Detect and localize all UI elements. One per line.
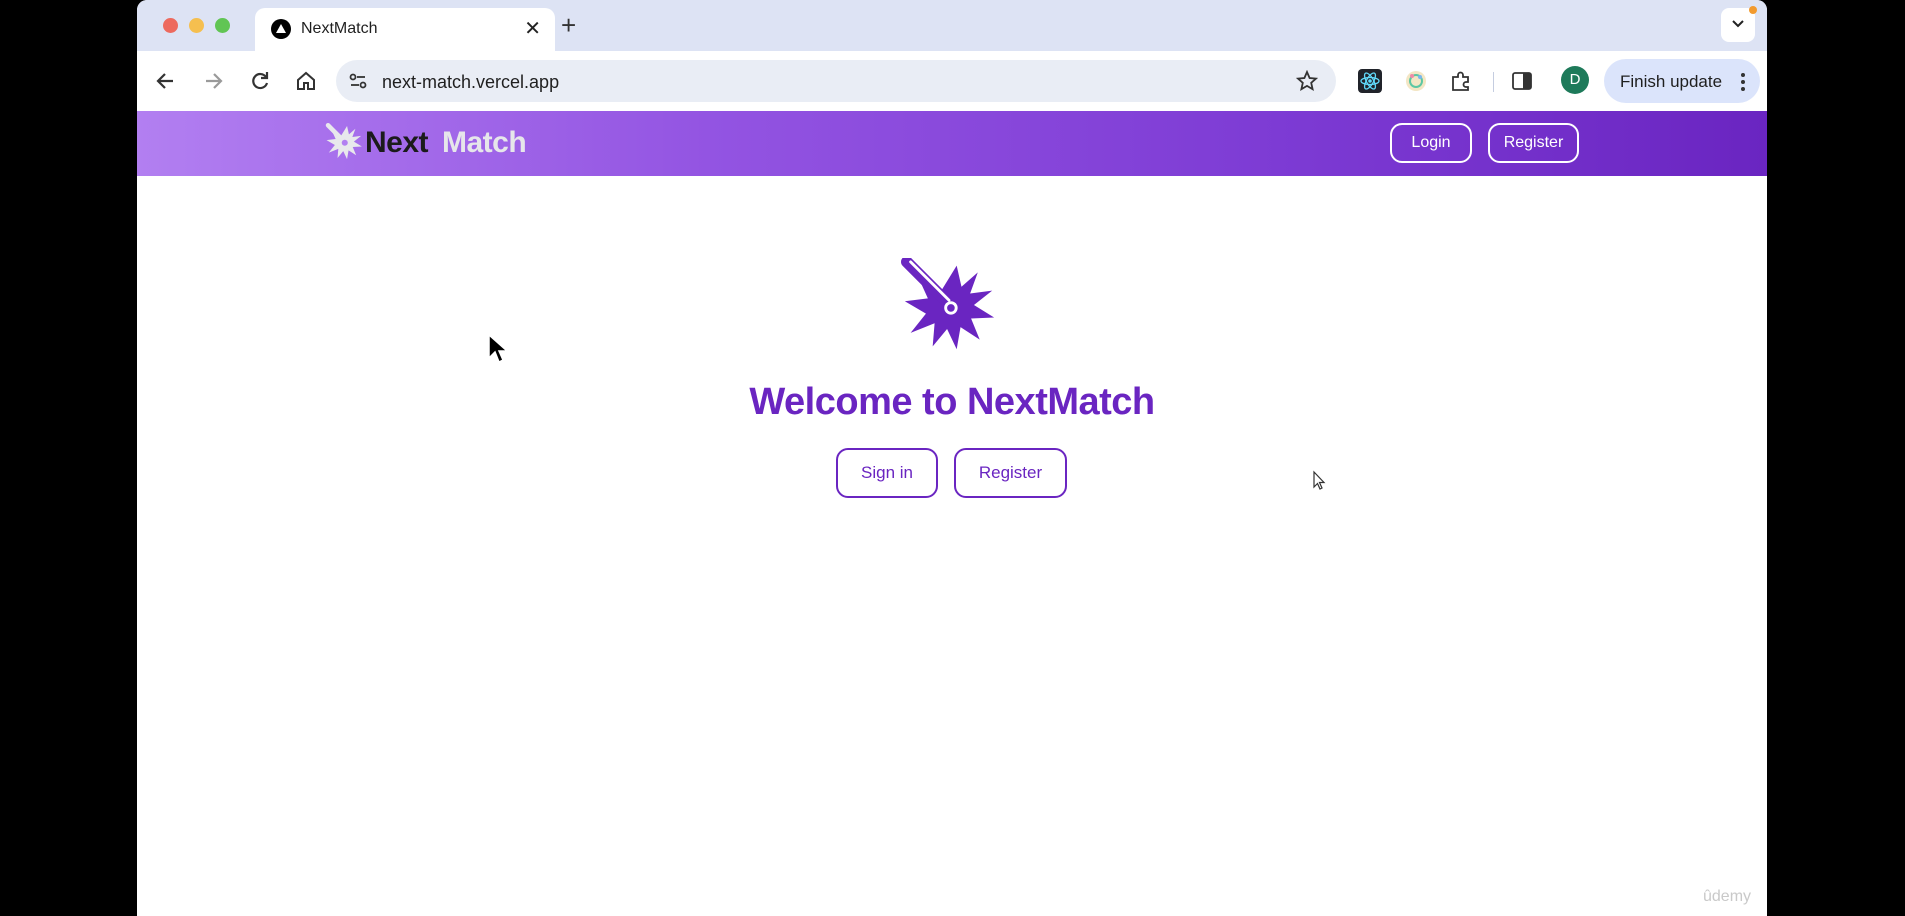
minimize-window-button[interactable] [189,18,204,33]
browser-window: NextMatch ✕ + next-match.vercel.app D Fi… [137,0,1767,916]
signin-button[interactable]: Sign in [836,448,938,498]
address-bar[interactable]: next-match.vercel.app [336,60,1336,102]
hero-title: Welcome to NextMatch [749,381,1155,423]
maximize-window-button[interactable] [215,18,230,33]
watermark-logo: ûdemy [1703,888,1752,905]
update-indicator-dot [1749,6,1757,14]
react-devtools-icon[interactable] [1357,68,1383,94]
close-tab-icon[interactable]: ✕ [524,16,541,42]
profile-avatar[interactable]: D [1561,66,1589,94]
chevron-down-icon [1732,20,1744,28]
back-arrow-icon[interactable] [153,68,179,94]
finish-update-button[interactable]: Finish update [1604,59,1760,103]
browser-tab[interactable]: NextMatch ✕ [255,8,555,51]
nav-login-button[interactable]: Login [1390,123,1472,163]
toolbar-divider [1493,72,1494,92]
more-vertical-icon [1741,73,1745,91]
brand-logo-icon [325,123,362,160]
brand-name-next: Next [365,126,429,159]
finish-update-label: Finish update [1620,72,1723,91]
bookmark-star-icon[interactable] [1296,70,1318,92]
tab-strip: NextMatch ✕ + [137,0,1767,51]
home-icon[interactable] [293,68,319,94]
tab-title: NextMatch [301,20,378,37]
url-text: next-match.vercel.app [382,72,560,92]
brand-name-match: Match [442,126,527,159]
reload-icon[interactable] [247,68,273,94]
side-panel-icon[interactable] [1509,68,1535,94]
extensions-puzzle-icon[interactable] [1448,68,1474,94]
hero-register-button[interactable]: Register [954,448,1067,498]
browser-toolbar: next-match.vercel.app D Finish update [137,51,1767,111]
mouse-pointer-icon [1313,470,1326,490]
hero-logo-icon [901,258,995,350]
forward-arrow-icon[interactable] [200,68,226,94]
close-window-button[interactable] [163,18,178,33]
vercel-favicon-icon [271,19,291,39]
site-settings-icon[interactable] [348,71,368,91]
color-picker-extension-icon[interactable] [1403,68,1429,94]
new-tab-icon[interactable]: + [561,10,576,40]
app-navbar: Next Match Login Register [137,111,1767,176]
nav-register-button[interactable]: Register [1488,123,1579,163]
mouse-pointer-icon [488,333,509,364]
